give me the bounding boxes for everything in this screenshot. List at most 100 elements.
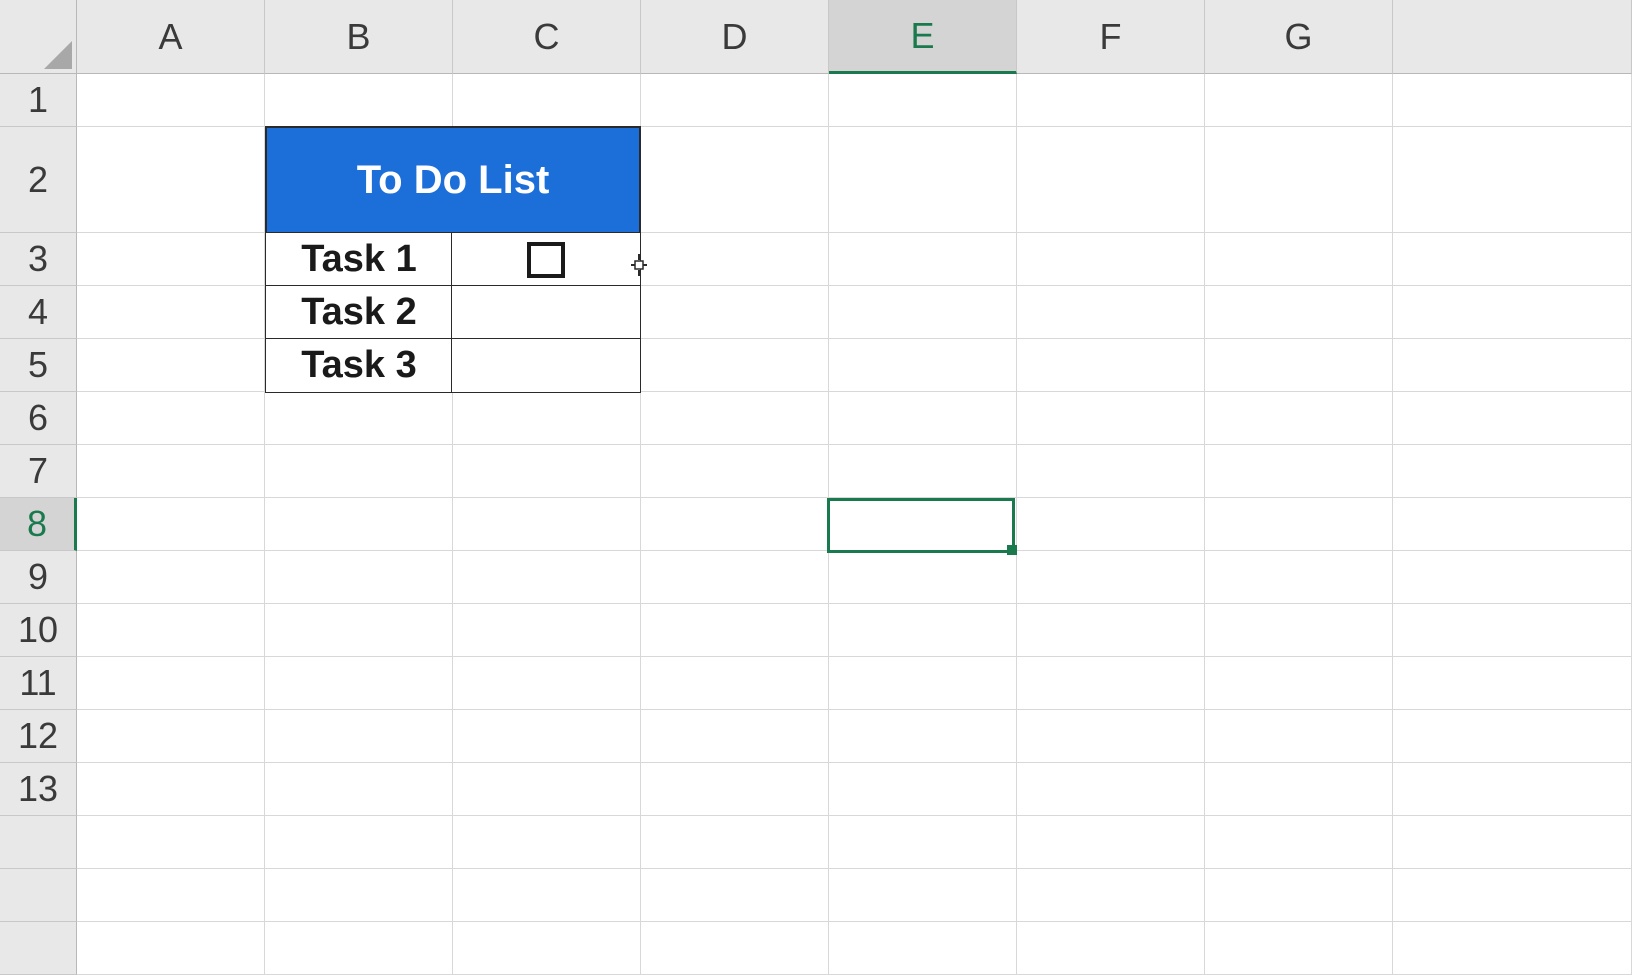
row-header-2[interactable]: 2 (0, 127, 77, 233)
row-header-7[interactable]: 7 (0, 445, 77, 498)
task-cell-1[interactable]: Task 1 (265, 232, 453, 287)
cell[interactable] (453, 498, 641, 551)
cell[interactable] (265, 710, 453, 763)
cell[interactable] (641, 657, 829, 710)
todo-list-header[interactable]: To Do List (265, 126, 641, 234)
cell[interactable] (1017, 233, 1205, 286)
cell[interactable] (1205, 657, 1393, 710)
cell[interactable] (1017, 710, 1205, 763)
cell[interactable] (453, 657, 641, 710)
row-header-3[interactable]: 3 (0, 233, 77, 286)
cell[interactable] (265, 922, 453, 975)
cell[interactable] (453, 445, 641, 498)
cell[interactable] (1393, 710, 1632, 763)
cell[interactable] (1205, 816, 1393, 869)
cell[interactable] (77, 922, 265, 975)
cell[interactable] (1205, 710, 1393, 763)
cell[interactable] (453, 604, 641, 657)
cell[interactable] (77, 392, 265, 445)
cell[interactable] (1017, 816, 1205, 869)
column-header-7[interactable] (1393, 0, 1632, 74)
cell[interactable] (265, 392, 453, 445)
cell[interactable] (829, 763, 1017, 816)
column-header-E[interactable]: E (829, 0, 1017, 74)
cell[interactable] (265, 816, 453, 869)
cell[interactable] (77, 339, 265, 392)
cell[interactable] (829, 392, 1017, 445)
row-header-13[interactable]: 13 (0, 763, 77, 816)
cell[interactable] (1017, 498, 1205, 551)
cell[interactable] (1017, 657, 1205, 710)
cell[interactable] (641, 74, 829, 127)
cell[interactable] (641, 551, 829, 604)
checkbox-cell-2[interactable] (451, 285, 641, 340)
cell[interactable] (1205, 604, 1393, 657)
cell[interactable] (1017, 551, 1205, 604)
checkbox-icon[interactable] (527, 242, 565, 278)
cell[interactable] (453, 710, 641, 763)
cell[interactable] (1205, 498, 1393, 551)
cell[interactable] (77, 869, 265, 922)
cell[interactable] (641, 922, 829, 975)
cell[interactable] (641, 816, 829, 869)
cell[interactable] (265, 498, 453, 551)
cell[interactable] (265, 74, 453, 127)
cell[interactable] (265, 763, 453, 816)
row-header-10[interactable]: 10 (0, 604, 77, 657)
cell[interactable] (641, 604, 829, 657)
cell[interactable] (77, 763, 265, 816)
cell[interactable] (1017, 922, 1205, 975)
cell[interactable] (829, 604, 1017, 657)
cell[interactable] (1393, 127, 1632, 233)
cell[interactable] (77, 74, 265, 127)
cell[interactable] (1017, 286, 1205, 339)
checkbox-cell-1[interactable] (451, 232, 641, 287)
cell[interactable] (1017, 445, 1205, 498)
cell[interactable] (1393, 604, 1632, 657)
cell[interactable] (265, 869, 453, 922)
cell[interactable] (1205, 445, 1393, 498)
cell[interactable] (453, 922, 641, 975)
cell[interactable] (453, 816, 641, 869)
cell[interactable] (1017, 392, 1205, 445)
cell[interactable] (829, 445, 1017, 498)
cell[interactable] (1205, 869, 1393, 922)
column-header-F[interactable]: F (1017, 0, 1205, 74)
cell[interactable] (1205, 233, 1393, 286)
row-header-9[interactable]: 9 (0, 551, 77, 604)
cell[interactable] (1205, 551, 1393, 604)
cell[interactable] (77, 286, 265, 339)
cell[interactable] (1017, 74, 1205, 127)
cell[interactable] (1393, 445, 1632, 498)
cell[interactable] (1205, 763, 1393, 816)
cell[interactable] (829, 498, 1017, 551)
cell[interactable] (829, 710, 1017, 763)
row-header-8[interactable]: 8 (0, 498, 77, 551)
cell[interactable] (829, 551, 1017, 604)
row-header-5[interactable]: 5 (0, 339, 77, 392)
row-header-13[interactable] (0, 816, 77, 869)
cell[interactable] (1205, 922, 1393, 975)
cell[interactable] (265, 551, 453, 604)
cell[interactable] (77, 816, 265, 869)
cell[interactable] (829, 127, 1017, 233)
row-header-6[interactable]: 6 (0, 392, 77, 445)
cell[interactable] (829, 233, 1017, 286)
cell[interactable] (265, 445, 453, 498)
column-header-C[interactable]: C (453, 0, 641, 74)
cell[interactable] (1205, 392, 1393, 445)
cell[interactable] (77, 657, 265, 710)
task-cell-2[interactable]: Task 2 (265, 285, 453, 340)
cell[interactable] (1393, 763, 1632, 816)
cell[interactable] (829, 816, 1017, 869)
cell[interactable] (829, 286, 1017, 339)
row-header-4[interactable]: 4 (0, 286, 77, 339)
cell[interactable] (77, 604, 265, 657)
column-header-A[interactable]: A (77, 0, 265, 74)
cell[interactable] (77, 551, 265, 604)
row-header-14[interactable] (0, 869, 77, 922)
cell[interactable] (453, 74, 641, 127)
cell[interactable] (77, 233, 265, 286)
cell[interactable] (1205, 127, 1393, 233)
cell[interactable] (1205, 286, 1393, 339)
